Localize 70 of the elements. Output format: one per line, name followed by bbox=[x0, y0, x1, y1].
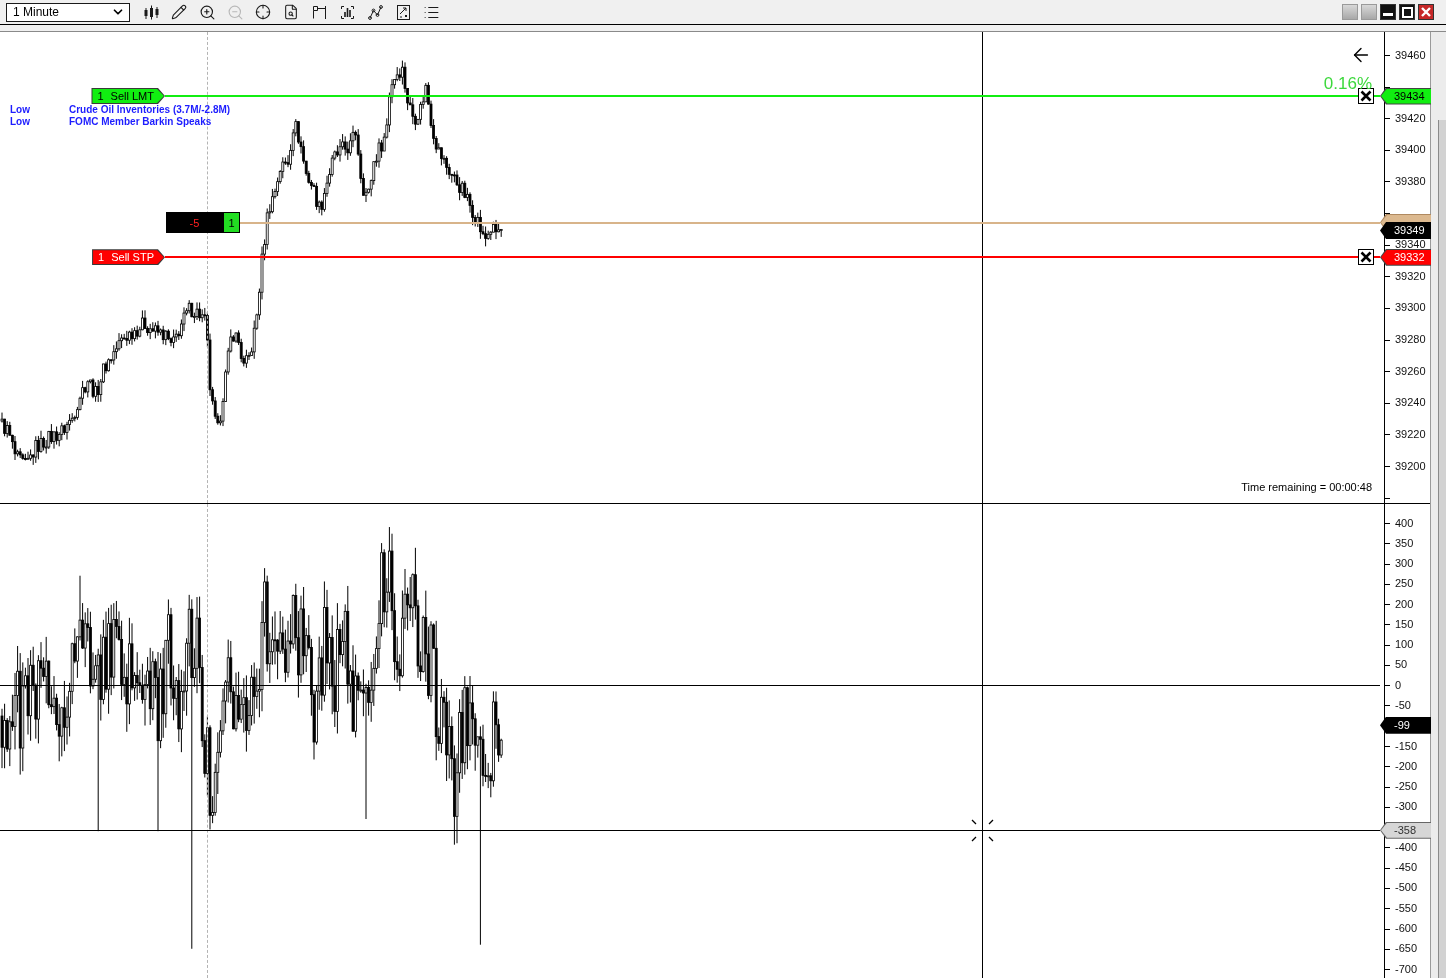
crosshair-icon bbox=[255, 4, 271, 20]
crosshair-cursor-icon bbox=[971, 819, 994, 843]
position-quantity: 1 bbox=[223, 212, 240, 234]
axis-label: 39400 bbox=[1395, 144, 1426, 156]
axis-label: 250 bbox=[1395, 578, 1414, 590]
axis-label: -400 bbox=[1395, 841, 1418, 853]
axis-label: 39260 bbox=[1395, 365, 1426, 377]
maximize-icon bbox=[1401, 6, 1413, 18]
axis-label: 150 bbox=[1395, 618, 1414, 630]
axis-label: 350 bbox=[1395, 537, 1414, 549]
axis-label: -50 bbox=[1395, 699, 1411, 711]
axis-label: -700 bbox=[1395, 963, 1418, 975]
event-title: FOMC Member Barkin Speaks bbox=[69, 116, 213, 127]
axis-label: 300 bbox=[1395, 558, 1414, 570]
close-icon bbox=[1360, 251, 1372, 264]
axis-label: 39220 bbox=[1395, 428, 1426, 440]
axis-label: 39200 bbox=[1395, 460, 1426, 472]
chart-document-icon bbox=[395, 4, 411, 20]
axis-label: 39280 bbox=[1395, 334, 1426, 346]
document-search-icon bbox=[283, 4, 299, 20]
axis-label: 0 bbox=[1395, 679, 1402, 691]
interval-dropdown[interactable]: 1 Minute bbox=[6, 2, 130, 22]
minimize-icon bbox=[1383, 13, 1393, 16]
axis-label: 200 bbox=[1395, 598, 1414, 610]
order-price-marker: 39434 bbox=[1380, 87, 1431, 105]
axis-label: 39340 bbox=[1395, 239, 1426, 251]
order-label[interactable]: 1 Sell STP bbox=[92, 249, 165, 266]
event-impact: Low bbox=[10, 116, 31, 127]
order-label[interactable]: 1 Sell LMT bbox=[91, 88, 165, 105]
pencil-icon bbox=[171, 4, 187, 20]
time-remaining-text: Time remaining = 00:00:48 bbox=[1241, 481, 1372, 493]
axis-label: -150 bbox=[1395, 740, 1418, 752]
last-value-marker: -99 bbox=[1380, 716, 1431, 734]
close-button[interactable] bbox=[1418, 4, 1434, 20]
axis-label: -600 bbox=[1395, 923, 1418, 934]
axis-label: -650 bbox=[1395, 943, 1418, 955]
candlestick-icon bbox=[143, 4, 159, 20]
axis-label: 39380 bbox=[1395, 175, 1426, 187]
scrollbar[interactable] bbox=[1438, 120, 1446, 978]
line-chart-icon bbox=[367, 4, 383, 20]
axis-label: 39240 bbox=[1395, 397, 1426, 409]
zoom-in-icon bbox=[198, 3, 216, 21]
axis-label: 39320 bbox=[1395, 270, 1426, 282]
minimize-button[interactable] bbox=[1380, 4, 1396, 20]
axis-label: 100 bbox=[1395, 639, 1414, 651]
order-price-marker: 39332 bbox=[1380, 248, 1431, 266]
axis-label: 39300 bbox=[1395, 302, 1426, 314]
close-icon bbox=[1421, 7, 1431, 17]
event-impact: Low bbox=[10, 104, 31, 115]
axis-label: 39460 bbox=[1395, 49, 1426, 61]
axis-label: 39420 bbox=[1395, 112, 1426, 124]
position-pnl: -5 bbox=[166, 212, 223, 234]
axis-label: -200 bbox=[1395, 760, 1418, 772]
close-icon bbox=[1360, 90, 1372, 103]
axis-label: -250 bbox=[1395, 781, 1418, 793]
axis-label: -550 bbox=[1395, 902, 1418, 914]
bar-chart-icon bbox=[339, 4, 355, 20]
axis-label: 400 bbox=[1395, 517, 1414, 529]
axis-label: -500 bbox=[1395, 882, 1418, 894]
axis-label: 50 bbox=[1395, 659, 1408, 671]
percent-change-text: 0.16% bbox=[1323, 75, 1372, 93]
cancel-order-button[interactable] bbox=[1358, 88, 1374, 105]
maximize-button[interactable] bbox=[1399, 4, 1415, 20]
crosshair-value-marker: -358 bbox=[1380, 821, 1431, 839]
event-title: Crude Oil Inventories (3.7M/-2.8M) bbox=[69, 104, 231, 115]
bracket-line-icon bbox=[311, 4, 327, 20]
cancel-order-button[interactable] bbox=[1358, 249, 1374, 266]
axis-label: -300 bbox=[1395, 801, 1418, 813]
zoom-out-icon bbox=[226, 3, 244, 21]
axis-label: -450 bbox=[1395, 862, 1418, 874]
